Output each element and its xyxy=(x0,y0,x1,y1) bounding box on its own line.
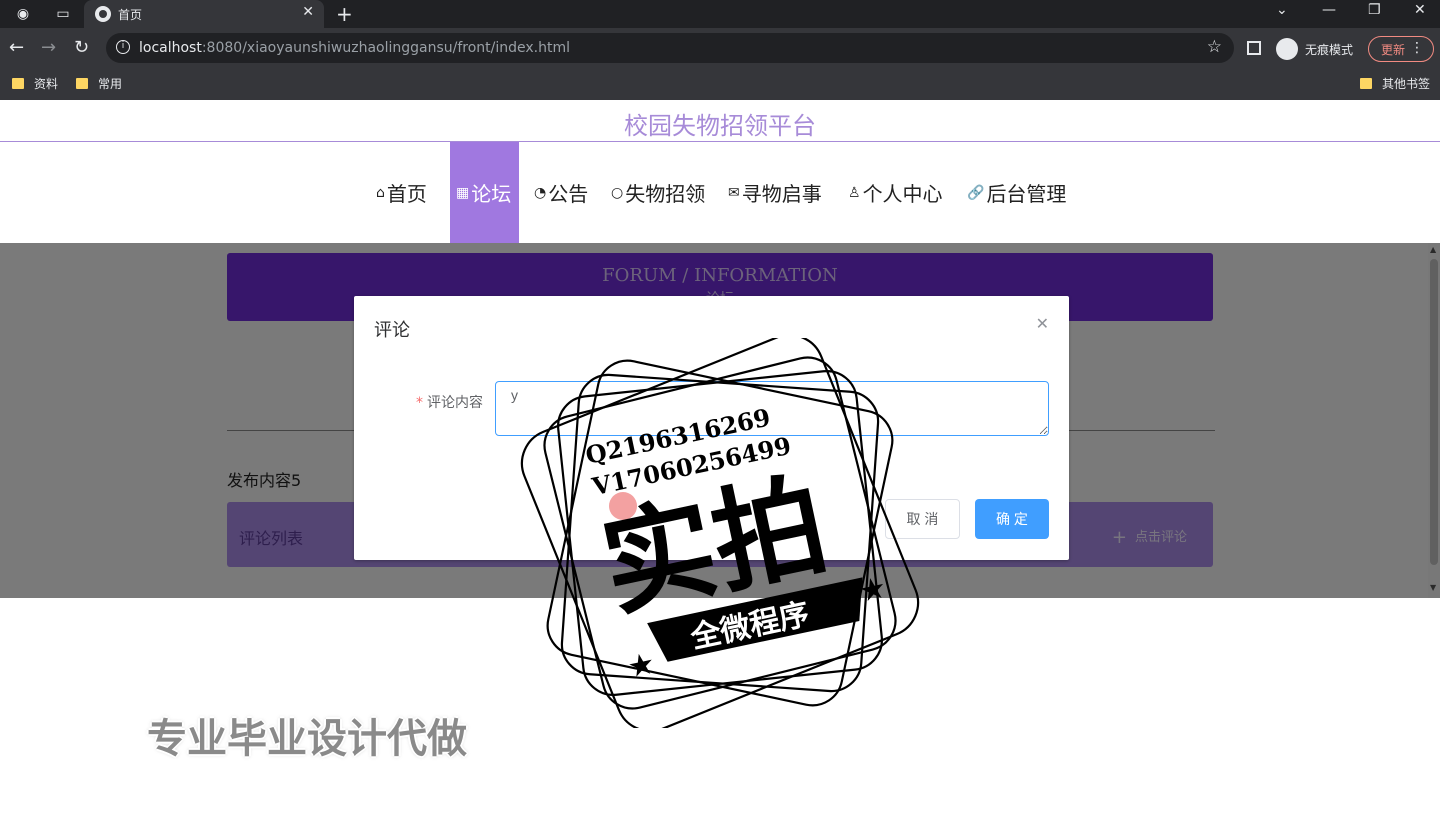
back-button[interactable]: ← xyxy=(9,37,24,58)
comment-field-label: * 评论内容 xyxy=(416,395,483,411)
nav-home[interactable]: ⌂ 首页 xyxy=(376,142,427,243)
browser-toolbar: ← → ↻ i localhost:8080/xiaoyaunshiwuzhao… xyxy=(0,28,1440,68)
close-icon[interactable]: ✕ xyxy=(1036,314,1049,333)
stamp-banner-text: 全微程序 xyxy=(687,597,813,656)
bookmark-folder-other[interactable]: 其他书签 xyxy=(1360,75,1430,92)
browser-tabstrip: ◉ ▭ 首页 ✕ + ⌄ — ❐ ✕ xyxy=(0,0,1440,28)
bookmark-folder-ziliao[interactable]: 资料 xyxy=(12,75,58,92)
folder-icon xyxy=(12,78,24,89)
nav-admin[interactable]: 🔗 后台管理 xyxy=(967,142,1066,243)
browser-tab[interactable]: 首页 ✕ xyxy=(84,0,324,28)
incognito-icon[interactable] xyxy=(1276,38,1298,60)
user-icon: ♙ xyxy=(848,184,861,201)
site-title: 校园失物招领平台 xyxy=(624,112,816,140)
link-icon: 🔗 xyxy=(967,184,985,201)
chevron-down-icon[interactable]: ⌄ xyxy=(1276,2,1288,18)
forum-icon: ▦ xyxy=(456,184,470,201)
home-icon: ⌂ xyxy=(376,184,385,201)
address-bar[interactable]: i localhost:8080/xiaoyaunshiwuzhaolingga… xyxy=(106,33,1234,63)
new-tab-button[interactable]: + xyxy=(336,2,353,26)
tab-title: 首页 xyxy=(118,8,143,22)
minimize-button[interactable]: — xyxy=(1322,2,1336,18)
nav-forum[interactable]: ▦ 论坛 xyxy=(450,142,519,243)
main-nav: ⌂ 首页 ▦ 论坛 ◔ 公告 ○ 失物招领 ✉ 寻物启事 ♙ 个人中心 🔗 后台管理 xyxy=(0,142,1440,243)
incognito-label: 无痕模式 xyxy=(1305,43,1354,57)
comment-textarea[interactable]: y xyxy=(495,381,1049,436)
watermark-bottom-text: 专业毕业设计代做 xyxy=(147,716,467,762)
close-window-button[interactable]: ✕ xyxy=(1414,2,1426,18)
confirm-button[interactable]: 确 定 xyxy=(975,499,1049,539)
nav-user-center[interactable]: ♙ 个人中心 xyxy=(848,142,943,243)
site-info-icon[interactable]: i xyxy=(116,40,130,54)
nav-lost-found[interactable]: ○ 失物招领 xyxy=(611,142,705,243)
lost-found-icon: ○ xyxy=(611,184,624,201)
folder-icon xyxy=(1360,78,1372,89)
url-text[interactable]: localhost:8080/xiaoyaunshiwuzhaolinggans… xyxy=(139,40,570,56)
notice-icon: ◔ xyxy=(534,184,547,201)
nav-notice[interactable]: ◔ 公告 xyxy=(534,142,588,243)
nav-lost-notice[interactable]: ✉ 寻物启事 xyxy=(728,142,822,243)
bookmark-star-icon[interactable]: ☆ xyxy=(1207,37,1222,57)
globe-icon xyxy=(95,6,111,22)
folder-icon xyxy=(76,78,88,89)
globe-icon[interactable]: ◉ xyxy=(14,5,32,23)
menu-dots-icon: ⋮ xyxy=(1410,40,1424,56)
restore-button[interactable]: ❐ xyxy=(1368,2,1381,18)
forward-button[interactable]: → xyxy=(41,37,56,58)
side-panel-icon[interactable] xyxy=(1247,41,1261,55)
cancel-button[interactable]: 取 消 xyxy=(885,499,960,539)
bookmark-folder-changyong[interactable]: 常用 xyxy=(76,75,122,92)
tab-overview-icon[interactable]: ▭ xyxy=(54,5,72,23)
web-page: 校园失物招领平台 ⌂ 首页 ▦ 论坛 ◔ 公告 ○ 失物招领 ✉ 寻物启事 ♙ 个人中心 🔗… xyxy=(0,100,1440,820)
reload-button[interactable]: ↻ xyxy=(74,37,89,58)
comment-dialog: 评论 ✕ * 评论内容 y 取 消 确 定 xyxy=(354,296,1069,560)
close-tab-icon[interactable]: ✕ xyxy=(302,4,314,20)
update-button[interactable]: 更新 ⋮ xyxy=(1368,36,1434,62)
svg-text:★: ★ xyxy=(625,646,659,686)
bookmarks-bar: 资料 常用 其他书签 xyxy=(0,68,1440,100)
mail-icon: ✉ xyxy=(728,184,740,201)
dialog-title: 评论 xyxy=(374,320,410,341)
